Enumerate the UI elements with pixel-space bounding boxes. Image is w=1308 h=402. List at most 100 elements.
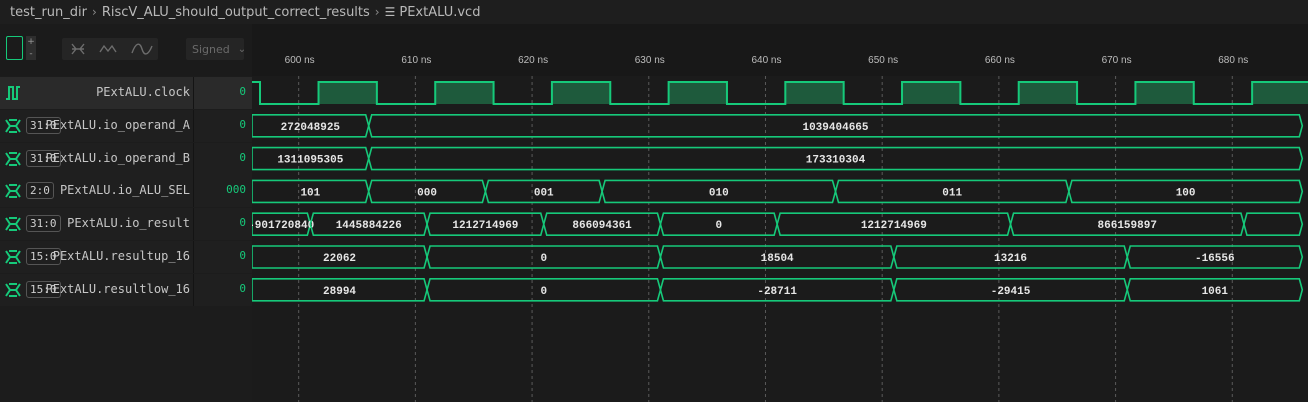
bus-value-label: 1212714969 bbox=[452, 220, 518, 232]
signed-select[interactable]: Signed ⌄ bbox=[186, 38, 247, 60]
breadcrumb-item-folder[interactable]: test_run_dir bbox=[10, 5, 87, 20]
signal-row[interactable]: 2:0 PExtALU.io_ALU_SEL 000 bbox=[0, 175, 252, 208]
bus-value-label: 272048925 bbox=[281, 122, 341, 134]
bus-icon bbox=[4, 118, 22, 134]
bus-value-label: 010 bbox=[709, 187, 729, 199]
format-button-group bbox=[62, 38, 158, 60]
signal-name: PExtALU.resultup_16 bbox=[52, 249, 190, 263]
bus-value-label: 13216 bbox=[994, 253, 1027, 265]
signed-select-label: Signed bbox=[192, 42, 230, 56]
breadcrumb: test_run_dir › RiscV_ALU_should_output_c… bbox=[0, 0, 1308, 24]
signal-name: PExtALU.clock bbox=[96, 85, 190, 99]
bus-segment bbox=[1243, 212, 1304, 236]
bus-value-label: 0 bbox=[540, 286, 547, 298]
signal-row[interactable]: 31:0 PExtALU.io_result 0 bbox=[0, 208, 252, 241]
bus-value-label: 28994 bbox=[323, 286, 356, 298]
signal-name: PExtALU.io_operand_B bbox=[45, 150, 191, 165]
signal-value: 0 bbox=[239, 150, 246, 164]
timeline-tick-label: 670 ns bbox=[1101, 55, 1132, 66]
format-icons bbox=[71, 43, 153, 55]
bus-value-label: 18504 bbox=[761, 253, 794, 265]
bus-icon bbox=[4, 282, 22, 298]
bus-value-label: -901720840 bbox=[252, 220, 314, 232]
bus-icon bbox=[4, 151, 22, 167]
toolbar: + - Signed ⌄ bbox=[0, 24, 252, 76]
value-divider bbox=[193, 241, 194, 273]
bus-value-label: 866094361 bbox=[572, 220, 632, 232]
signal-row[interactable]: 15:0 PExtALU.resultup_16 0 bbox=[0, 241, 252, 273]
timeline-tick-label: 680 ns bbox=[1218, 55, 1249, 66]
timeline-tick-label: 660 ns bbox=[984, 55, 1015, 66]
clock-high-fill bbox=[668, 82, 727, 104]
signal-width-badge: 2:0 bbox=[26, 182, 54, 200]
bus-value-label: 000 bbox=[417, 187, 437, 199]
square-wave-box-icon[interactable] bbox=[6, 36, 23, 60]
value-divider bbox=[193, 142, 194, 175]
binary-bus-icon[interactable] bbox=[71, 43, 85, 55]
clock-high-fill bbox=[318, 82, 377, 104]
signal-width-badge: 31:0 bbox=[26, 215, 61, 233]
bus-icon bbox=[4, 216, 22, 232]
list-icon: ☰ bbox=[384, 5, 396, 19]
bus-value-label: -29415 bbox=[991, 286, 1031, 298]
waveform-area[interactable]: 272048925 1039404665 1311095305 173310304 10… bbox=[252, 76, 1308, 402]
timeline-tick-label: 620 ns bbox=[518, 55, 549, 66]
signal-value: 0 bbox=[239, 216, 246, 230]
zoom-out-button[interactable]: - bbox=[26, 48, 36, 60]
signal-value: 0 bbox=[239, 281, 246, 295]
bus-value-label: 0 bbox=[715, 220, 722, 232]
timeline-ruler[interactable]: 600 ns 610 ns 620 ns 630 ns 640 ns 650 ns 660 … bbox=[252, 24, 1308, 76]
clock-high-fill bbox=[1018, 82, 1078, 104]
value-divider bbox=[193, 175, 194, 208]
chevron-right-icon: › bbox=[92, 5, 97, 19]
timeline-tick-label: 600 ns bbox=[284, 55, 315, 66]
chevron-right-icon: › bbox=[374, 5, 380, 19]
bus-value-label: 1039404665 bbox=[802, 122, 868, 134]
timeline-tick-label: 630 ns bbox=[634, 55, 665, 66]
bus-value-label: 1061 bbox=[1202, 286, 1229, 298]
value-divider bbox=[193, 273, 194, 306]
signal-row[interactable]: 31:0 PExtALU.io_operand_A 0 bbox=[0, 109, 252, 142]
signal-value: 0 bbox=[239, 249, 246, 262]
signal-value: 0 bbox=[239, 117, 246, 131]
bus-value-label: -28711 bbox=[757, 286, 797, 298]
bus-value-label: 173310304 bbox=[806, 155, 866, 167]
signal-row[interactable]: 31:0 PExtALU.io_operand_B 0 bbox=[0, 142, 252, 175]
step-wave-icon[interactable] bbox=[99, 44, 117, 53]
bus-value-label: -16556 bbox=[1195, 253, 1235, 265]
zoom-in-button[interactable]: + bbox=[26, 36, 36, 48]
waveform-canvas[interactable]: 272048925 1039404665 1311095305 173310304 10… bbox=[252, 76, 1308, 402]
analog-wave-icon[interactable] bbox=[131, 43, 153, 55]
breadcrumb-item-file[interactable]: PExtALU.vcd bbox=[399, 5, 480, 20]
bus-value-label: 22062 bbox=[323, 253, 356, 265]
signal-value: 0 bbox=[239, 85, 246, 98]
signal-row[interactable]: 15:0 PExtALU.resultlow_16 0 bbox=[0, 273, 252, 306]
value-divider bbox=[193, 109, 194, 142]
signal-value: 000 bbox=[226, 183, 246, 197]
bus-value-label: 001 bbox=[534, 187, 554, 199]
bus-value-label: 1212714969 bbox=[861, 220, 927, 232]
clock-high-fill bbox=[1135, 82, 1194, 104]
clock-icon bbox=[4, 85, 22, 101]
value-divider bbox=[193, 208, 194, 241]
bus-value-label: 100 bbox=[1176, 187, 1196, 199]
bus-value-label: 0 bbox=[540, 253, 547, 265]
chevron-down-icon: ⌄ bbox=[237, 43, 247, 55]
signal-name: PExtALU.resultlow_16 bbox=[45, 281, 191, 296]
signal-name: PExtALU.io_ALU_SEL bbox=[59, 183, 190, 198]
value-divider bbox=[193, 77, 194, 109]
timeline-tick-label: 650 ns bbox=[868, 55, 899, 66]
signal-name: PExtALU.io_operand_A bbox=[45, 117, 191, 132]
bus-icon bbox=[4, 249, 22, 265]
signal-name: PExtALU.io_result bbox=[67, 216, 190, 231]
signal-list: PExtALU.clock 0 31:0 PExtALU.io_operand_A 0 3… bbox=[0, 76, 252, 402]
bus-icon bbox=[4, 183, 22, 199]
clock-high-fill bbox=[551, 82, 611, 104]
breadcrumb-item-test[interactable]: RiscV_ALU_should_output_correct_results bbox=[102, 5, 370, 20]
clock-high-fill bbox=[785, 82, 844, 104]
zoom-buttons: + - bbox=[26, 36, 36, 60]
bus-value-label: 101 bbox=[300, 187, 320, 199]
signal-row[interactable]: PExtALU.clock 0 bbox=[0, 77, 252, 109]
timeline-tick-label: 640 ns bbox=[751, 55, 782, 66]
clock-high-fill bbox=[435, 82, 494, 104]
